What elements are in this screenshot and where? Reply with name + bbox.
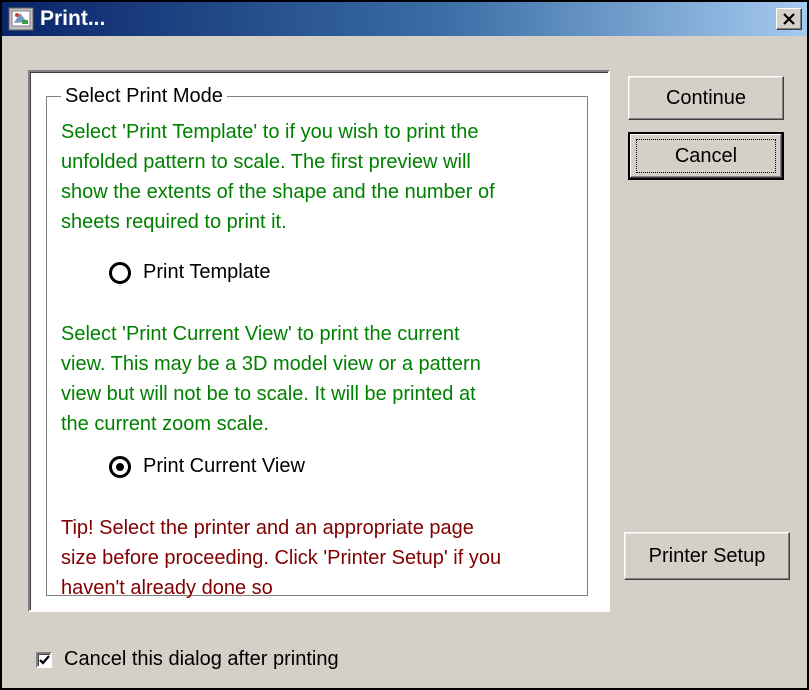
template-description-line: unfolded pattern to scale. The first pre… — [61, 151, 471, 173]
tip-line: haven't already done so — [61, 577, 273, 599]
radio-selected-icon — [109, 455, 131, 478]
current-view-description: Select 'Print Current View' to print the… — [61, 319, 481, 439]
print-current-view-radio[interactable]: Print Current View — [109, 455, 305, 478]
cancel-after-printing-label: Cancel this dialog after printing — [64, 648, 339, 670]
printer-setup-button[interactable]: Printer Setup — [624, 532, 790, 580]
groupbox-legend: Select Print Mode — [61, 84, 227, 108]
window-title: Print... — [40, 7, 106, 30]
tip-text: Tip! Select the printer and an appropria… — [61, 513, 501, 603]
close-button[interactable] — [776, 8, 802, 30]
continue-button[interactable]: Continue — [628, 76, 784, 120]
template-description-line: Select 'Print Template' to if you wish t… — [61, 121, 479, 143]
current-view-description-line: the current zoom scale. — [61, 413, 269, 435]
title-bar[interactable]: Print... — [2, 2, 807, 36]
focus-ring — [636, 139, 776, 173]
close-icon — [783, 13, 795, 25]
print-mode-panel: Select Print Mode Select 'Print Template… — [28, 70, 610, 612]
template-description-line: sheets required to print it. — [61, 211, 287, 233]
current-view-description-line: view. This may be a 3D model view or a p… — [61, 353, 481, 375]
cancel-after-printing-option[interactable]: Cancel this dialog after printing — [36, 648, 339, 671]
print-mode-groupbox: Select Print Mode Select 'Print Template… — [46, 84, 588, 599]
current-view-description-line: Select 'Print Current View' to print the… — [61, 323, 460, 345]
template-description-line: show the extents of the shape and the nu… — [61, 181, 495, 203]
template-description: Select 'Print Template' to if you wish t… — [61, 117, 495, 237]
current-view-description-line: view but will not be to scale. It will b… — [61, 383, 476, 405]
radio-unselected-icon — [109, 261, 131, 284]
print-current-view-label: Print Current View — [143, 455, 305, 477]
tip-line: Tip! Select the printer and an appropria… — [61, 517, 474, 539]
print-dialog: Print... Select Print Mode Select 'Print… — [0, 0, 809, 690]
tip-line: size before proceeding. Click 'Printer S… — [61, 547, 502, 569]
print-template-label: Print Template — [143, 261, 271, 283]
cancel-after-printing-checkbox[interactable] — [36, 651, 52, 668]
cancel-button[interactable]: Cancel — [628, 132, 784, 180]
checkmark-icon — [39, 654, 50, 665]
print-app-icon[interactable] — [8, 6, 34, 32]
print-template-radio[interactable]: Print Template — [109, 261, 270, 284]
